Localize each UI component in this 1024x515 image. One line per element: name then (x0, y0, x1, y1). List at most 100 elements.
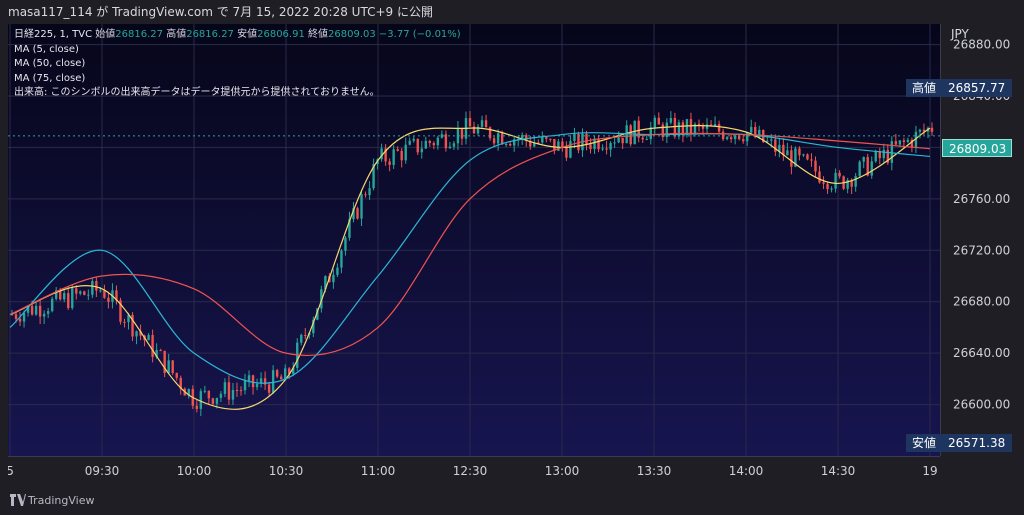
candle-body (629, 125, 632, 145)
price-tick-0: 26880.00 (953, 38, 1010, 52)
candle-body (633, 120, 636, 145)
candle-body (874, 151, 877, 162)
candle-body (605, 148, 608, 150)
candle-body (669, 118, 673, 123)
candle-body (63, 293, 66, 300)
candle-body (283, 368, 287, 380)
candle-body (50, 298, 54, 312)
candle-body (553, 139, 556, 151)
chart-legend: 日経225, 1, TVC 始値26816.27 高値26816.27 安値26… (14, 28, 461, 101)
candle-body (267, 384, 271, 393)
legend-ma75[interactable]: MA (75, close) (14, 72, 461, 87)
candle-body (195, 405, 199, 409)
time-axis[interactable]: 5 09:30 10:00 10:30 11:00 12:30 13:00 13:30 14:0… (6, 456, 940, 486)
candle-body (500, 133, 504, 145)
price-tick-7: 26600.00 (953, 398, 1010, 412)
candle-body (573, 134, 576, 142)
legend-ma50[interactable]: MA (50, close) (14, 57, 461, 72)
candle-body (199, 391, 203, 409)
candle-body (750, 127, 753, 133)
time-tick-8: 14:00 (729, 464, 764, 478)
candle-body (790, 150, 793, 167)
candle-body (91, 281, 94, 295)
candle-body (34, 305, 38, 315)
candle-body (862, 157, 865, 162)
candle-body (396, 149, 399, 151)
candle-body (585, 133, 588, 145)
candle-body (834, 172, 837, 189)
candle-body (492, 138, 496, 144)
candle-body (894, 141, 898, 145)
candle-body (424, 140, 427, 149)
candle-body (271, 370, 275, 393)
candle-body (360, 194, 363, 219)
candle-body (882, 149, 885, 159)
candle-body (770, 139, 773, 141)
candle-body (621, 137, 624, 144)
candle-body (42, 313, 46, 317)
candle-body (67, 293, 70, 309)
candle-body (231, 390, 235, 400)
candle-body (18, 318, 22, 322)
time-axis-svg: 5 09:30 10:00 10:30 11:00 12:30 13:00 13:30 14:0… (6, 464, 937, 478)
time-tick-6: 13:00 (545, 464, 580, 478)
candle-body (420, 148, 423, 153)
candle-body (239, 390, 243, 392)
candle-body (275, 370, 279, 377)
time-tick-5: 12:30 (453, 464, 488, 478)
candle-body (408, 140, 411, 145)
time-tick-10: 19 (922, 464, 937, 478)
candle-body (304, 334, 307, 336)
candle-body (147, 335, 150, 341)
candle-body (135, 331, 138, 337)
candle-body (601, 148, 604, 150)
candle-body (103, 290, 106, 298)
candle-body (545, 136, 548, 139)
candle-body (480, 120, 484, 127)
candle-body (75, 288, 78, 294)
legend-low: 26806.91 (257, 29, 305, 40)
candle-body (641, 137, 644, 140)
legend-high-label: 高値 (166, 29, 187, 40)
candle-body (806, 154, 809, 160)
candle-body (729, 137, 733, 140)
candle-body (685, 119, 689, 136)
candle-body (741, 139, 745, 142)
candle-body (508, 143, 512, 146)
candle-body (364, 194, 367, 196)
price-tick-6: 26640.00 (953, 346, 1010, 360)
candle-body (107, 297, 110, 302)
candle-body (541, 136, 544, 143)
candle-body (613, 142, 616, 144)
candle-body (219, 393, 223, 398)
candle-body (87, 294, 90, 296)
candle-body (332, 274, 335, 283)
candle-body (902, 140, 906, 142)
candle-body (412, 138, 415, 141)
candle-body (46, 311, 50, 314)
candle-body (549, 138, 552, 140)
candle-body (906, 139, 910, 142)
candle-body (822, 182, 825, 184)
candle-body (300, 334, 303, 343)
candle-body (251, 375, 255, 388)
legend-ma5[interactable]: MA (5, close) (14, 43, 461, 58)
low-tag-label: 安値 (906, 434, 942, 452)
candle-body (14, 314, 18, 319)
candle-body (171, 360, 174, 373)
time-tick-4: 11:00 (361, 464, 396, 478)
candle-body (448, 146, 452, 149)
candle-body (336, 267, 339, 275)
low-tag-value: 26571.38 (942, 434, 1012, 452)
candle-body (123, 321, 126, 323)
candle-body (368, 188, 371, 196)
candle-body (661, 124, 665, 138)
candle-body (689, 119, 693, 134)
candle-body (400, 150, 403, 161)
footer: TradingView (0, 486, 1024, 515)
footer-brand: TradingView (28, 494, 95, 507)
candle-body (404, 144, 407, 161)
last-price-tag: 26809.03 (942, 139, 1012, 157)
candle-body (175, 372, 178, 378)
candle-body (645, 139, 648, 141)
